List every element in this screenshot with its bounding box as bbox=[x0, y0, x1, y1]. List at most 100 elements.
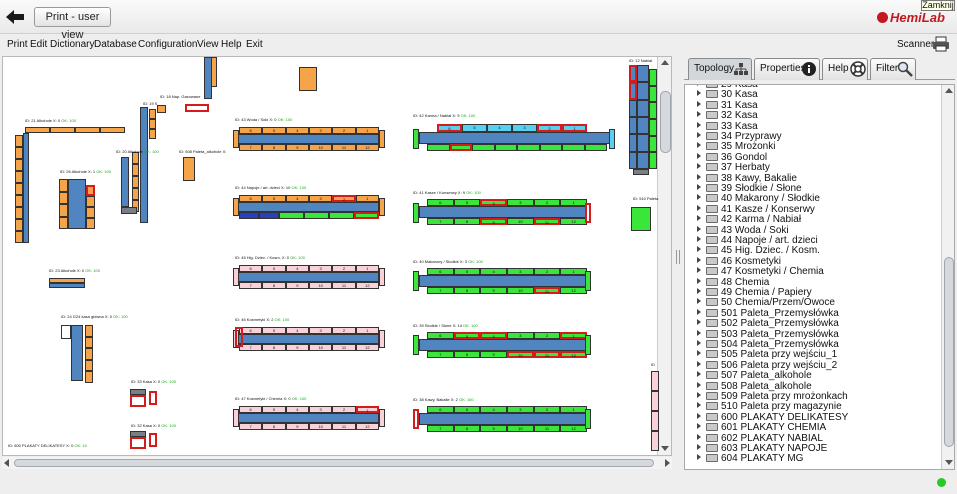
shelf-cell[interactable]: 7 bbox=[239, 282, 263, 289]
expand-triangle-icon[interactable] bbox=[697, 194, 701, 201]
expand-triangle-icon[interactable] bbox=[697, 340, 701, 346]
shelf-endcap[interactable] bbox=[413, 409, 419, 429]
shelf-cell[interactable]: 1 bbox=[560, 406, 587, 413]
shelf-endcap[interactable] bbox=[379, 409, 385, 427]
shelf-cell[interactable]: 9 bbox=[285, 344, 309, 351]
shelf-cell[interactable] bbox=[637, 134, 649, 152]
shelf-cell[interactable] bbox=[85, 359, 93, 372]
shelf-cell[interactable] bbox=[61, 325, 71, 339]
shelf-cell[interactable]: 4 bbox=[285, 265, 309, 272]
expand-triangle-icon[interactable] bbox=[697, 215, 701, 222]
shelf-cell[interactable]: 4 bbox=[285, 406, 309, 413]
shelf-cell[interactable]: 8 bbox=[453, 287, 481, 294]
shelf-cell[interactable]: 3 bbox=[507, 199, 534, 206]
shelf-endcap[interactable] bbox=[379, 268, 385, 286]
menu-database[interactable]: Database bbox=[94, 39, 137, 50]
expand-triangle-icon[interactable] bbox=[697, 142, 701, 149]
shelf-cell[interactable] bbox=[185, 104, 209, 112]
shelf-cell[interactable]: 12 bbox=[355, 344, 379, 351]
shelf-cell[interactable] bbox=[211, 57, 217, 87]
shelf-cell[interactable]: 5 bbox=[262, 327, 286, 334]
shelf-cell[interactable] bbox=[85, 336, 93, 349]
map-hscroll-thumb[interactable] bbox=[14, 459, 654, 467]
shelf-cell[interactable] bbox=[629, 117, 637, 135]
shelf-cell[interactable]: 8 bbox=[262, 144, 286, 151]
shelf-cell[interactable]: 11 bbox=[332, 344, 356, 351]
shelf-cell[interactable] bbox=[157, 105, 166, 113]
shelf-cell[interactable] bbox=[259, 212, 279, 219]
menu-help[interactable]: Help bbox=[221, 39, 242, 50]
shelf-cell[interactable]: 5 bbox=[262, 265, 286, 272]
shelf-cell[interactable]: 4 bbox=[480, 199, 507, 206]
shelf-body[interactable] bbox=[419, 132, 611, 144]
shelf-cell[interactable] bbox=[629, 151, 637, 169]
expand-triangle-icon[interactable] bbox=[697, 204, 701, 211]
shelf-cell[interactable] bbox=[649, 152, 657, 169]
shelf-cell[interactable]: 1 bbox=[355, 406, 379, 413]
shelf-cell[interactable] bbox=[304, 212, 329, 219]
shelf-cell[interactable] bbox=[149, 433, 157, 447]
shelf-body[interactable] bbox=[235, 202, 379, 212]
shelf-cell[interactable]: 8 bbox=[262, 344, 286, 351]
shelf-cell[interactable] bbox=[637, 151, 649, 169]
scroll-down-arrow-icon[interactable] bbox=[661, 446, 669, 451]
shelf-cell[interactable]: 5 bbox=[262, 195, 286, 202]
shelf-cell[interactable]: 10 bbox=[309, 423, 333, 430]
shelf-cell[interactable]: 6 bbox=[239, 127, 263, 134]
tab-help[interactable]: Help bbox=[822, 58, 868, 80]
shelf-cell[interactable] bbox=[59, 191, 68, 204]
shelf-cell[interactable]: 5 bbox=[262, 406, 286, 413]
shelf-cell[interactable]: 9 bbox=[480, 425, 507, 432]
tab-topology[interactable]: Topology bbox=[688, 58, 752, 80]
shelf-cell[interactable]: 1 bbox=[560, 199, 587, 206]
shelf-cell[interactable]: 1 bbox=[560, 332, 587, 339]
shelf-cell[interactable] bbox=[494, 144, 517, 151]
shelf-cell[interactable]: 4 bbox=[285, 195, 309, 202]
shelf-body[interactable] bbox=[68, 179, 86, 229]
expand-triangle-icon[interactable] bbox=[697, 85, 701, 86]
expand-triangle-icon[interactable] bbox=[697, 433, 701, 440]
shelf-cell[interactable] bbox=[15, 147, 23, 159]
shelf-body[interactable] bbox=[235, 134, 379, 144]
expand-triangle-icon[interactable] bbox=[697, 163, 701, 170]
shelf-cell[interactable] bbox=[629, 82, 637, 100]
tree-scroll-up-arrow-icon[interactable] bbox=[945, 88, 953, 93]
shelf-cell[interactable] bbox=[50, 127, 75, 133]
shelf-cell[interactable]: 11 bbox=[533, 218, 561, 225]
shelf-cell[interactable]: 12 bbox=[560, 425, 587, 432]
shelf-body[interactable] bbox=[49, 283, 85, 288]
shelf-cell[interactable]: 12 bbox=[560, 351, 587, 358]
pallet[interactable] bbox=[299, 67, 317, 91]
shelf-cell[interactable] bbox=[15, 135, 23, 147]
shelf-cell[interactable] bbox=[637, 117, 649, 135]
shelf-cell[interactable]: 1 bbox=[355, 265, 379, 272]
shelf-cell[interactable]: 1 bbox=[355, 127, 379, 134]
shelf-cell[interactable]: 4 bbox=[480, 268, 507, 275]
shelf-cell[interactable] bbox=[629, 99, 637, 117]
shelf-endcap[interactable] bbox=[413, 271, 419, 291]
shelf-cell[interactable] bbox=[130, 437, 146, 449]
shelf-cell[interactable] bbox=[562, 144, 585, 151]
pallet[interactable] bbox=[183, 157, 195, 181]
shelf-endcap[interactable] bbox=[379, 198, 385, 216]
shelf-body[interactable] bbox=[121, 157, 129, 207]
expand-triangle-icon[interactable] bbox=[697, 402, 701, 409]
shelf-body[interactable] bbox=[419, 339, 587, 351]
shelf-cell[interactable]: 8 bbox=[453, 351, 481, 358]
shelf-cell[interactable] bbox=[132, 188, 139, 200]
shelf-cell[interactable] bbox=[75, 127, 100, 133]
shelf-cell[interactable] bbox=[239, 212, 259, 219]
shelf-cell[interactable] bbox=[472, 144, 495, 151]
shelf-cell[interactable]: 5 bbox=[453, 406, 481, 413]
shelf-cell[interactable] bbox=[279, 212, 304, 219]
map-horizontal-scrollbar[interactable] bbox=[2, 457, 672, 469]
shelf-cell[interactable]: 10 bbox=[507, 351, 534, 358]
shelf-cell[interactable] bbox=[15, 207, 23, 219]
shelf-cell[interactable]: 8 bbox=[453, 218, 481, 225]
shelf-cell[interactable] bbox=[59, 179, 68, 192]
shelf-cell[interactable]: 12 bbox=[355, 282, 379, 289]
shelf-cell[interactable] bbox=[149, 119, 156, 129]
shelf-cell[interactable]: 7 bbox=[239, 423, 263, 430]
expand-triangle-icon[interactable] bbox=[697, 100, 701, 107]
shelf-endcap[interactable] bbox=[585, 335, 591, 355]
